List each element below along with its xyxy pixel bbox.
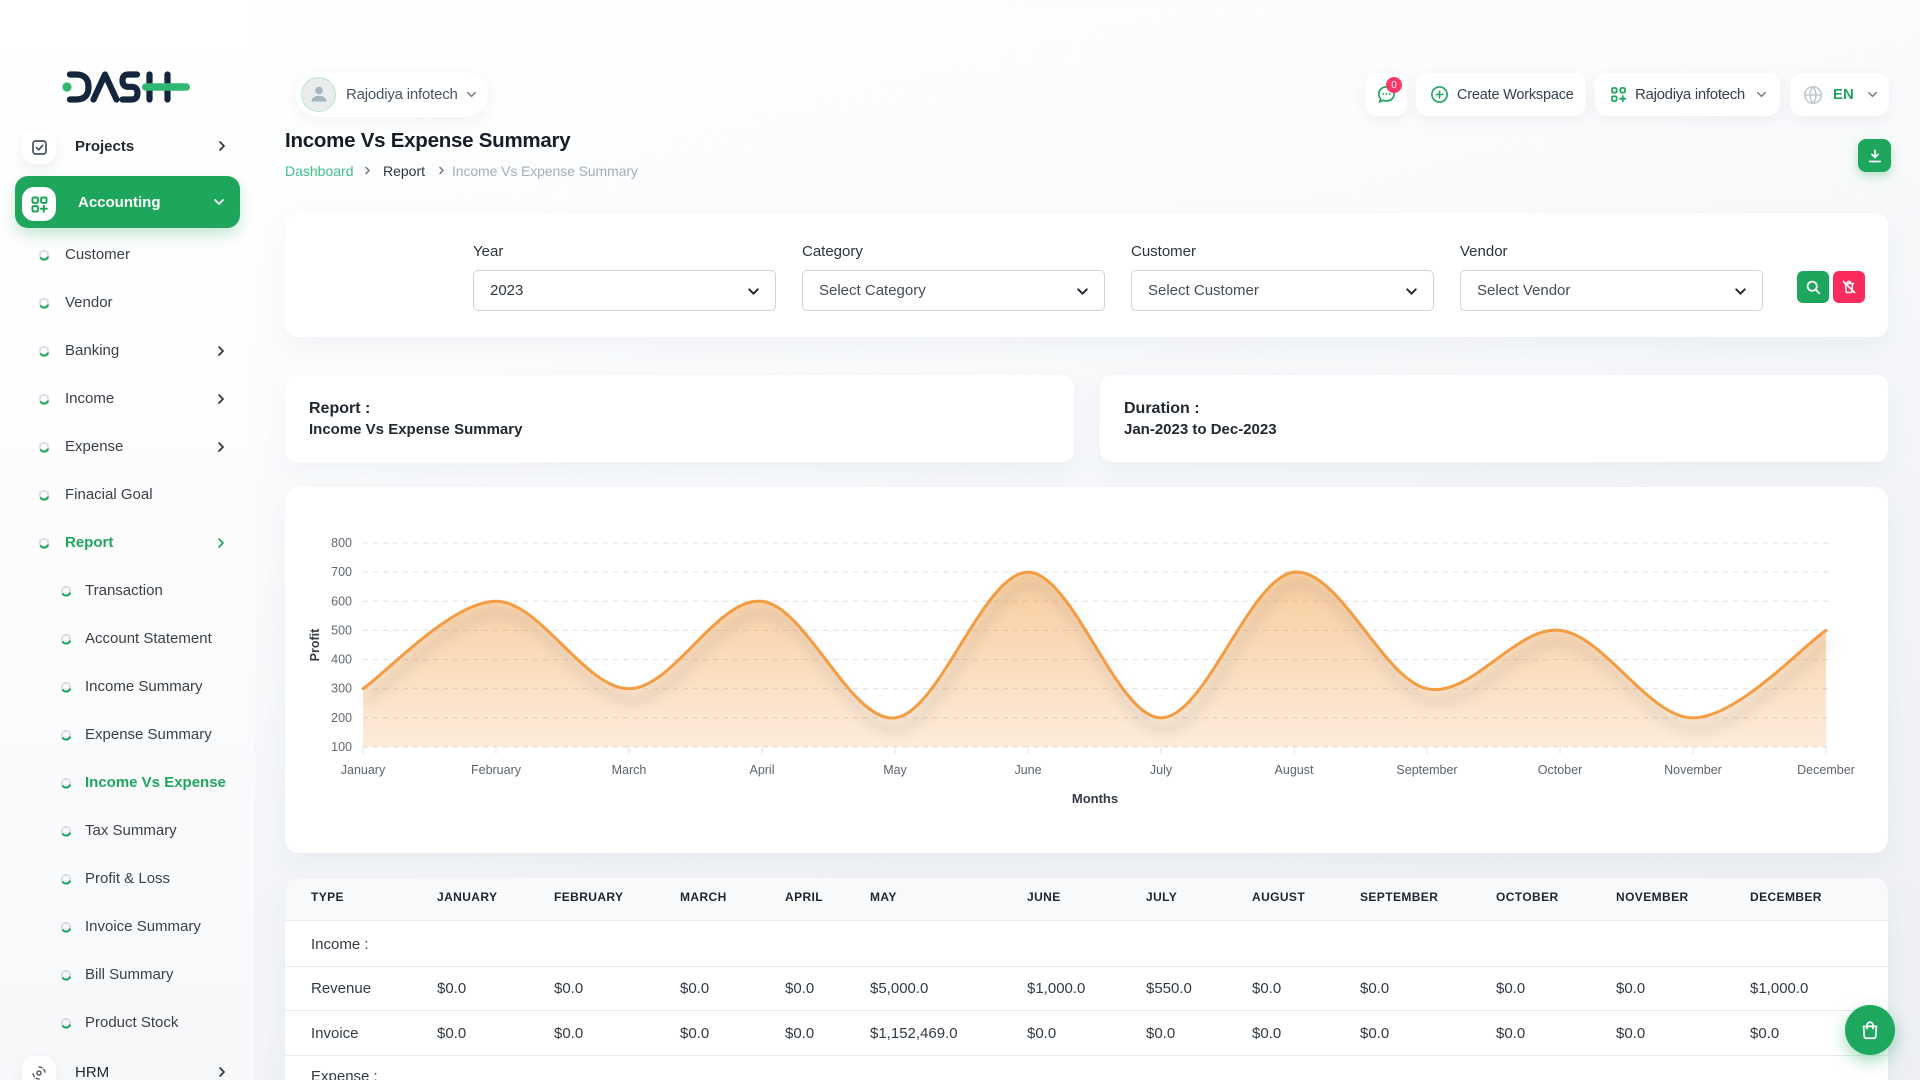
svg-text:Months: Months xyxy=(1072,791,1118,806)
svg-text:100: 100 xyxy=(331,740,352,754)
svg-text:500: 500 xyxy=(331,623,352,637)
svg-text:March: March xyxy=(612,763,647,777)
svg-text:August: August xyxy=(1275,763,1314,777)
svg-text:July: July xyxy=(1150,763,1173,777)
svg-text:October: October xyxy=(1538,763,1582,777)
svg-text:April: April xyxy=(749,763,774,777)
svg-text:December: December xyxy=(1797,763,1855,777)
svg-text:January: January xyxy=(341,763,386,777)
svg-text:400: 400 xyxy=(331,653,352,667)
svg-text:June: June xyxy=(1014,763,1041,777)
svg-text:700: 700 xyxy=(331,565,352,579)
svg-text:800: 800 xyxy=(331,536,352,550)
svg-text:May: May xyxy=(883,763,907,777)
svg-text:200: 200 xyxy=(331,711,352,725)
svg-text:Profit: Profit xyxy=(308,628,322,661)
svg-text:300: 300 xyxy=(331,682,352,696)
svg-text:November: November xyxy=(1664,763,1722,777)
svg-text:September: September xyxy=(1396,763,1457,777)
svg-text:February: February xyxy=(471,763,522,777)
svg-text:600: 600 xyxy=(331,594,352,608)
